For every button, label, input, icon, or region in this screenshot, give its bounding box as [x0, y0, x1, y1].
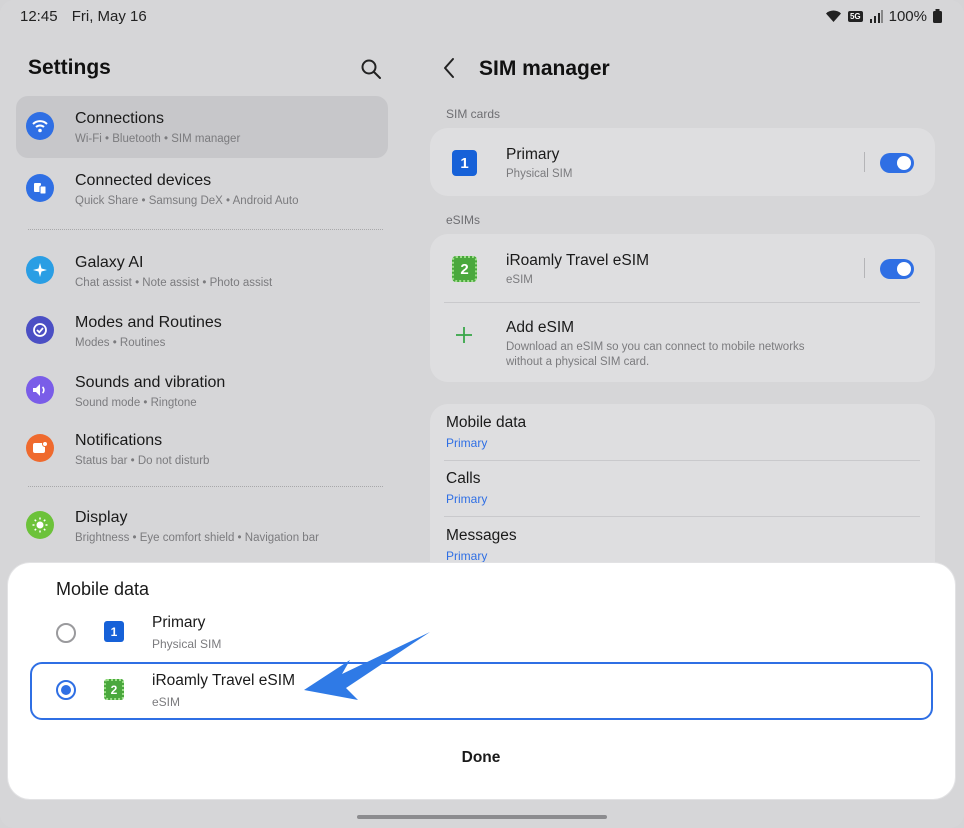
menu-item-label: Display — [75, 509, 128, 526]
pref-calls-row[interactable]: Calls Primary — [430, 460, 935, 516]
sim-manager-pane: SIM manager SIM cards 1 Primary Physical… — [420, 40, 944, 594]
menu-item-label: Connections — [75, 110, 164, 127]
back-button[interactable] — [442, 57, 464, 81]
galaxy-ai-icon — [26, 256, 54, 284]
pref-value: Primary — [446, 436, 488, 450]
sound-icon — [26, 376, 54, 404]
sim-cards-card: 1 Primary Physical SIM — [430, 128, 935, 196]
option-esim[interactable]: 2 iRoamly Travel eSIM eSIM — [30, 662, 933, 720]
menu-item-sub: Sound mode • Ringtone — [75, 397, 197, 409]
sim-cards-label: SIM cards — [446, 107, 501, 121]
esim-row[interactable]: 2 iRoamly Travel eSIM eSIM — [430, 234, 935, 302]
pref-title: Calls — [446, 470, 481, 487]
section-divider — [28, 229, 383, 230]
page-title: SIM manager — [479, 57, 610, 80]
signal-icon — [869, 9, 883, 23]
back-arrow-icon — [444, 58, 454, 78]
sim-primary-title: Primary — [506, 146, 560, 163]
menu-item-label: Sounds and vibration — [75, 374, 226, 391]
radio-esim[interactable] — [56, 680, 76, 700]
esim-title: iRoamly Travel eSIM — [506, 252, 649, 269]
search-button[interactable] — [360, 58, 384, 82]
menu-item-display[interactable]: Display Brightness • Eye comfort shield … — [16, 495, 388, 557]
mobile-data-sheet: Mobile data 1 Primary Physical SIM 2 iRo… — [8, 563, 955, 799]
status-left: 12:45 Fri, May 16 — [20, 8, 157, 25]
menu-item-sub: Chat assist • Note assist • Photo assist — [75, 277, 273, 289]
plus-icon — [456, 327, 472, 343]
settings-pane: Settings Connections Wi-Fi • Bluetooth •… — [16, 40, 392, 580]
menu-item-notifications[interactable]: Notifications Status bar • Do not distur… — [16, 418, 388, 480]
menu-item-label: Notifications — [75, 432, 163, 449]
menu-item-connections[interactable]: Connections Wi-Fi • Bluetooth • SIM mana… — [16, 96, 388, 158]
device-frame: 12:45 Fri, May 16 5G 100% Settings Conne… — [0, 0, 964, 828]
sim-2-badge-icon: 2 — [452, 256, 477, 282]
wifi-icon — [26, 112, 54, 140]
menu-item-sub: Status bar • Do not disturb — [75, 455, 210, 467]
separator — [864, 152, 865, 172]
menu-item-label: Modes and Routines — [75, 314, 222, 331]
status-date: Fri, May 16 — [71, 7, 147, 25]
menu-item-sub: Modes • Routines — [75, 337, 166, 349]
esim-toggle[interactable] — [880, 259, 914, 279]
status-bar: 12:45 Fri, May 16 5G 100% — [0, 0, 964, 32]
sim-primary-row[interactable]: 1 Primary Physical SIM — [430, 128, 935, 196]
menu-item-sounds[interactable]: Sounds and vibration Sound mode • Ringto… — [16, 360, 388, 422]
option-sub: eSIM — [152, 695, 181, 709]
add-esim-title: Add eSIM — [506, 319, 575, 336]
option-title: iRoamly Travel eSIM — [152, 672, 295, 689]
menu-item-galaxy-ai[interactable]: Galaxy AI Chat assist • Note assist • Ph… — [16, 240, 388, 302]
pref-title: Messages — [446, 527, 517, 544]
battery-icon — [933, 9, 942, 23]
home-indicator[interactable] — [357, 815, 607, 819]
add-esim-row[interactable]: Add eSIM Download an eSIM so you can con… — [430, 303, 935, 381]
display-icon — [26, 511, 54, 539]
status-right: 5G 100% — [825, 8, 942, 25]
pref-value: Primary — [446, 549, 488, 563]
radio-primary[interactable] — [56, 623, 76, 643]
esim-sub: eSIM — [506, 274, 533, 286]
menu-item-label: Connected devices — [75, 172, 212, 189]
notifications-icon — [26, 434, 54, 462]
esims-card: 2 iRoamly Travel eSIM eSIM Add eSIM Down… — [430, 234, 935, 382]
sim-1-badge-icon: 1 — [104, 621, 124, 642]
pref-value: Primary — [446, 492, 488, 506]
sim-2-badge-icon: 2 — [104, 679, 124, 700]
section-divider — [28, 486, 383, 487]
wifi-status-icon — [825, 10, 841, 22]
add-esim-description: Download an eSIM so you can connect to m… — [506, 341, 805, 368]
pref-mobile-data-row[interactable]: Mobile data Primary — [430, 404, 935, 460]
done-button[interactable]: Done — [431, 743, 531, 773]
sim-primary-toggle[interactable] — [880, 153, 914, 173]
annotation-arrow-icon — [304, 632, 430, 700]
menu-item-sub: Quick Share • Samsung DeX • Android Auto — [75, 195, 299, 207]
status-time: 12:45 — [20, 7, 58, 25]
pref-title: Mobile data — [446, 414, 527, 431]
sim-primary-sub: Physical SIM — [506, 168, 573, 180]
menu-item-sub: Brightness • Eye comfort shield • Naviga… — [75, 532, 319, 544]
battery-level: 100% — [888, 7, 927, 25]
connected-devices-icon — [26, 174, 54, 202]
search-icon — [361, 59, 381, 79]
menu-item-connected-devices[interactable]: Connected devices Quick Share • Samsung … — [16, 158, 388, 220]
sheet-title: Mobile data — [56, 579, 150, 599]
sim-1-badge-icon: 1 — [452, 150, 477, 176]
menu-item-modes-routines[interactable]: Modes and Routines Modes • Routines — [16, 300, 388, 362]
option-sub: Physical SIM — [152, 637, 222, 651]
network-badge-icon: 5G — [847, 10, 863, 22]
modes-icon — [26, 316, 54, 344]
separator — [864, 258, 865, 278]
esims-label: eSIMs — [446, 213, 481, 227]
option-primary[interactable]: 1 Primary Physical SIM — [30, 605, 933, 663]
menu-item-label: Galaxy AI — [75, 254, 144, 271]
menu-item-sub: Wi-Fi • Bluetooth • SIM manager — [75, 133, 241, 145]
settings-title: Settings — [28, 56, 111, 79]
option-title: Primary — [152, 614, 206, 631]
